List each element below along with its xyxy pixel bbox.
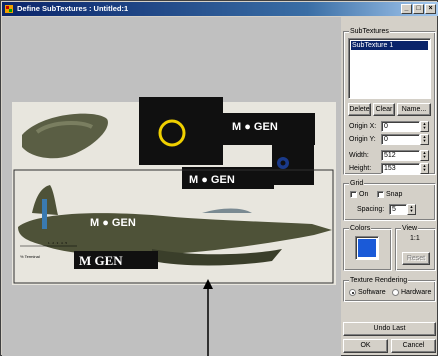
list-item[interactable]: SubTexture 1 bbox=[351, 41, 428, 50]
name-button[interactable]: Name... bbox=[397, 103, 431, 116]
texture-rendering-group: Texture Rendering Software Hardware bbox=[343, 276, 436, 302]
cancel-button[interactable]: Cancel bbox=[391, 339, 436, 353]
colors-group-label: Colors bbox=[349, 224, 372, 233]
origin-x-spinner[interactable]: ▲ ▼ bbox=[420, 121, 429, 132]
properties-panel: SubTextures SubTexture 1 Delete Clear Na… bbox=[341, 17, 438, 356]
software-radio[interactable] bbox=[349, 289, 356, 296]
hardware-label: Hardware bbox=[401, 289, 432, 296]
subtextures-group-label: SubTextures bbox=[349, 27, 390, 36]
subtexture-list[interactable]: SubTexture 1 bbox=[348, 38, 431, 99]
code-top: M ● GEN bbox=[232, 121, 278, 133]
spacing-label: Spacing: bbox=[357, 206, 385, 213]
subtextures-group: SubTextures SubTexture 1 Delete Clear Na… bbox=[343, 27, 436, 175]
view-group: View 1:1 Reset bbox=[395, 224, 436, 271]
ok-button[interactable]: OK bbox=[343, 339, 388, 353]
spacing-spinner[interactable]: ▲ ▼ bbox=[407, 204, 416, 215]
hardware-radio[interactable] bbox=[392, 289, 399, 296]
code-side: M ● GEN bbox=[90, 217, 136, 229]
width-label: Width: bbox=[349, 152, 369, 159]
colors-group: Colors bbox=[343, 224, 392, 271]
texture-rendering-group-label: Texture Rendering bbox=[349, 276, 409, 285]
close-icon: × bbox=[428, 5, 433, 12]
clear-button[interactable]: Clear bbox=[373, 103, 395, 116]
undo-last-button[interactable]: Undo Last bbox=[343, 322, 436, 336]
grid-on-checkbox[interactable] bbox=[350, 191, 357, 198]
top-dark-panel bbox=[139, 97, 223, 165]
grid-snap-label: Snap bbox=[386, 191, 403, 198]
scale-ticks: 1 · 2 · 3 · 4 · 5 bbox=[48, 241, 67, 245]
define-subtextures-window: Define SubTextures : Untitled:1 _ □ × M … bbox=[0, 0, 438, 356]
tail-stripe bbox=[42, 199, 47, 229]
height-field[interactable]: 153 bbox=[381, 163, 420, 174]
origin-y-field[interactable]: 0 bbox=[381, 134, 420, 145]
color-swatch[interactable] bbox=[355, 236, 379, 260]
width-spinner[interactable]: ▲ ▼ bbox=[420, 150, 429, 161]
origin-x-field[interactable]: 0 bbox=[381, 121, 420, 132]
maximize-button[interactable]: □ bbox=[413, 4, 424, 14]
width-field[interactable]: 512 bbox=[381, 150, 420, 161]
grid-group-label: Grid bbox=[349, 179, 365, 188]
reset-button[interactable]: Reset bbox=[402, 252, 430, 265]
list-item-label: SubTexture 1 bbox=[352, 42, 394, 49]
texture-image[interactable]: M ● GEN M ● GEN M ● GEN 1 · 2 · 3 · 4 · … bbox=[2, 17, 341, 356]
title-buttons: _ □ × bbox=[401, 4, 436, 14]
spacing-field[interactable]: 5 bbox=[389, 204, 407, 215]
close-button[interactable]: × bbox=[425, 4, 436, 14]
height-spinner[interactable]: ▲ ▼ bbox=[420, 163, 429, 174]
texture-canvas[interactable]: M ● GEN M ● GEN M ● GEN 1 · 2 · 3 · 4 · … bbox=[2, 17, 341, 356]
delete-button[interactable]: Delete bbox=[348, 103, 371, 116]
window-title: Define SubTextures : Untitled:1 bbox=[17, 4, 129, 13]
height-label: Height: bbox=[349, 165, 372, 172]
app-icon bbox=[5, 5, 13, 13]
scale-label: % Terminal bbox=[20, 254, 40, 259]
view-ratio: 1:1 bbox=[410, 235, 420, 242]
grid-snap-checkbox[interactable] bbox=[377, 191, 384, 198]
code-bottom: M GEN bbox=[79, 253, 123, 268]
maximize-icon: □ bbox=[416, 5, 421, 12]
view-group-label: View bbox=[401, 224, 419, 233]
code-mid: M ● GEN bbox=[189, 174, 235, 186]
title-bar[interactable]: Define SubTextures : Untitled:1 _ □ × bbox=[2, 2, 438, 16]
grid-on-label: On bbox=[359, 191, 369, 198]
origin-x-label: Origin X: bbox=[349, 123, 377, 130]
origin-y-spinner[interactable]: ▲ ▼ bbox=[420, 134, 429, 145]
origin-y-label: Origin Y: bbox=[349, 136, 376, 143]
grid-group: Grid On Snap Spacing: 5 ▲ ▼ bbox=[343, 179, 436, 221]
color-swatch-fill bbox=[358, 239, 376, 257]
minimize-icon: _ bbox=[404, 5, 409, 12]
software-label: Software bbox=[358, 289, 386, 296]
roundel-center bbox=[280, 160, 286, 166]
minimize-button[interactable]: _ bbox=[401, 4, 412, 14]
